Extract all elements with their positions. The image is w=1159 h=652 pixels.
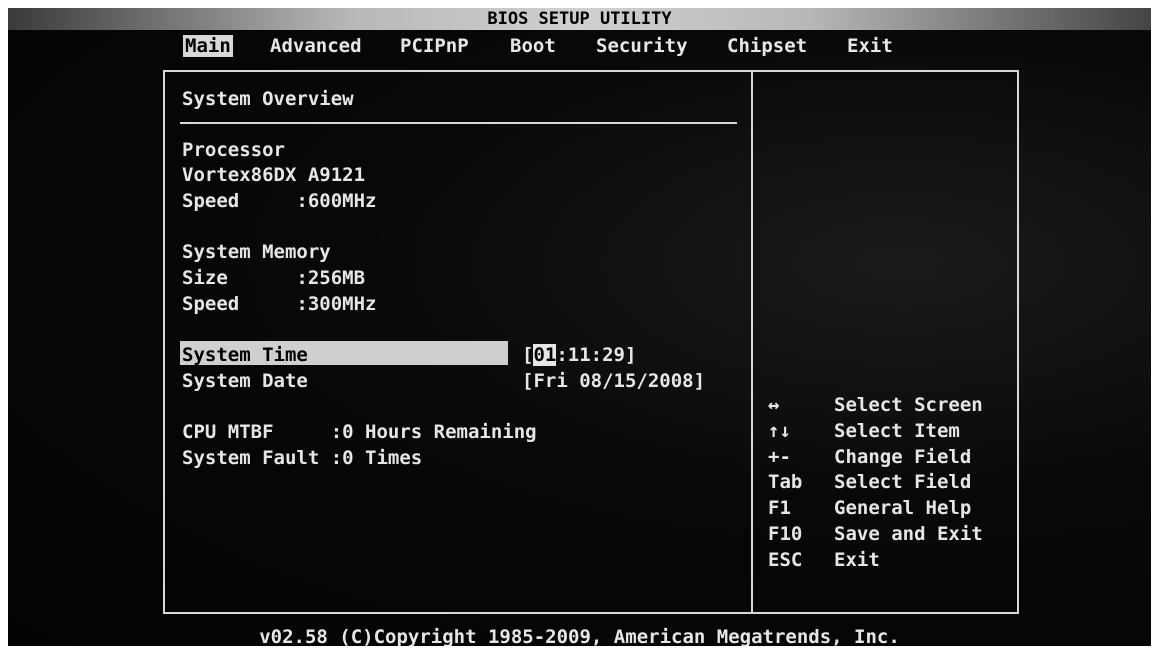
system-date-label[interactable]: System Date	[182, 370, 308, 392]
memory-speed: Speed :300MHz	[182, 293, 377, 315]
menu-bar: Main Advanced PCIPnP Boot Security Chips…	[8, 32, 1151, 58]
tab-exit[interactable]: Exit	[845, 35, 895, 57]
bios-screen: BIOS SETUP UTILITY Main Advanced PCIPnP …	[8, 8, 1151, 646]
help-key-f1: F1	[768, 497, 791, 519]
overview-heading: System Overview	[182, 88, 354, 110]
time-rest: :11:29]	[556, 344, 637, 366]
time-open-bracket: [	[522, 344, 534, 366]
help-select-field: Select Field	[834, 471, 972, 493]
tab-boot[interactable]: Boot	[508, 35, 558, 57]
processor-speed: Speed :600MHz	[182, 190, 377, 212]
copyright-footer: v02.58 (C)Copyright 1985-2009, American …	[259, 626, 900, 646]
processor-heading: Processor	[182, 139, 285, 161]
tab-security[interactable]: Security	[594, 35, 690, 57]
heading-rule	[180, 122, 737, 124]
system-date-value[interactable]: [Fri 08/15/2008]	[522, 370, 705, 392]
help-key-tab: Tab	[768, 471, 803, 493]
help-key-esc: ESC	[768, 549, 803, 571]
system-time-field[interactable]: [01:11:29]	[522, 344, 636, 366]
help-select-item: Select Item	[834, 420, 960, 442]
tab-main[interactable]: Main	[183, 35, 233, 57]
help-general-help: General Help	[834, 497, 972, 519]
time-hour-cursor[interactable]: 01	[533, 344, 557, 366]
tab-pcipnp[interactable]: PCIPnP	[398, 35, 471, 57]
app-title: BIOS SETUP UTILITY	[487, 9, 672, 29]
help-select-screen: Select Screen	[834, 394, 983, 416]
help-change-field: Change Field	[834, 446, 972, 468]
panel-divider	[751, 70, 753, 614]
left-right-arrows-icon: ↔	[768, 394, 780, 416]
system-fault: System Fault :0 Times	[182, 447, 423, 469]
help-key-plusminus: +-	[768, 446, 791, 468]
help-save-and-exit: Save and Exit	[834, 523, 983, 545]
processor-name: Vortex86DX A9121	[182, 164, 366, 186]
up-down-arrows-icon: ↑↓	[768, 420, 791, 442]
tab-chipset[interactable]: Chipset	[725, 35, 809, 57]
system-time-label: System Time	[182, 344, 308, 366]
help-exit: Exit	[834, 549, 880, 571]
tab-advanced[interactable]: Advanced	[268, 35, 364, 57]
memory-heading: System Memory	[182, 241, 331, 263]
title-bar: BIOS SETUP UTILITY	[8, 8, 1151, 30]
help-key-f10: F10	[768, 523, 803, 545]
memory-size: Size :256MB	[182, 267, 366, 289]
cpu-mtbf: CPU MTBF :0 Hours Remaining	[182, 421, 537, 443]
